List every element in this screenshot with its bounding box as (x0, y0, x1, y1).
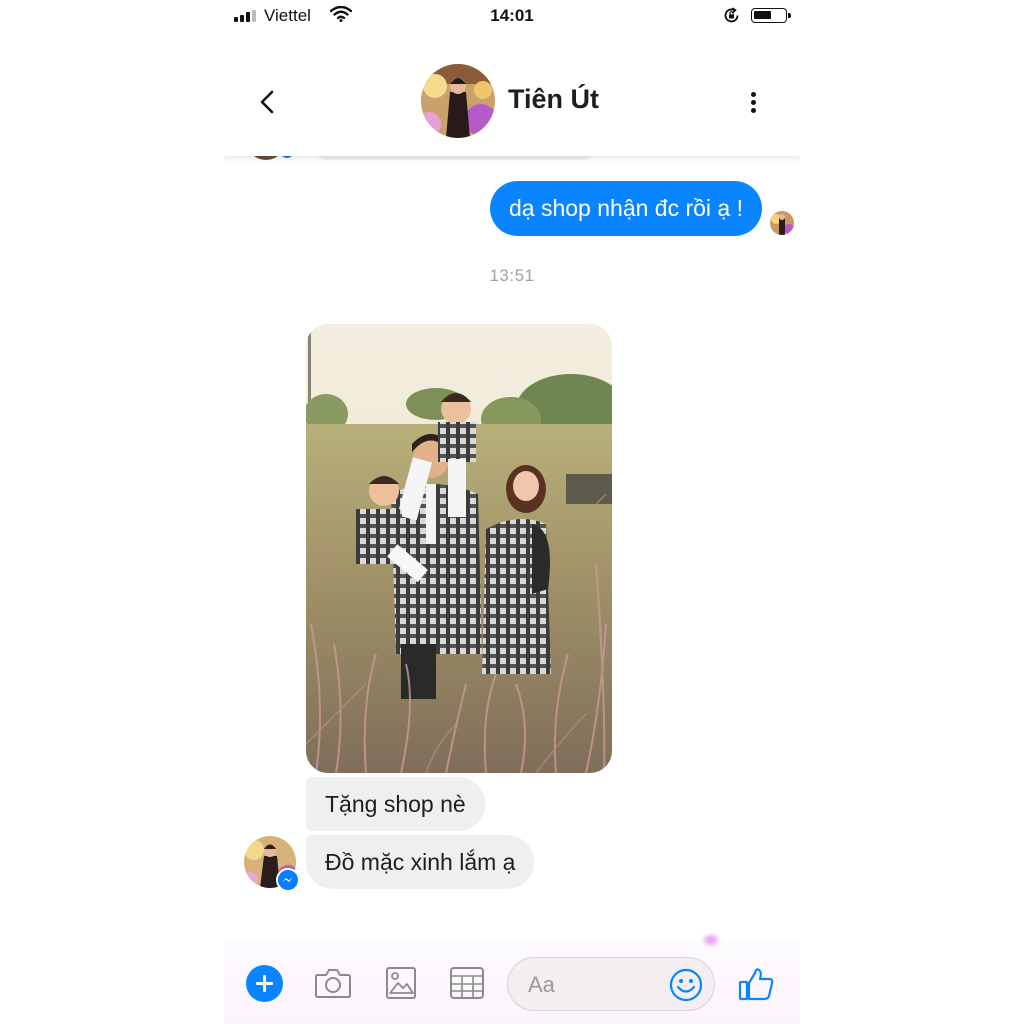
messenger-badge-icon (276, 868, 300, 892)
rotation-lock-icon (724, 7, 739, 23)
camera-icon[interactable] (314, 965, 352, 1001)
battery-icon (751, 8, 791, 23)
contact-name[interactable]: Tiên Út (508, 84, 599, 115)
message-timestamp: 13:51 (489, 266, 535, 285)
message-input-field[interactable] (528, 970, 648, 1000)
conversation-header: Tiên Út (224, 40, 800, 156)
more-options-button[interactable] (742, 88, 766, 116)
incoming-message[interactable]: Tặng shop nè (306, 777, 485, 831)
message-input[interactable] (507, 957, 715, 1011)
contact-avatar[interactable] (421, 64, 495, 138)
seen-receipt-avatar (770, 211, 794, 235)
outgoing-message[interactable]: dạ shop nhận đc rồi ạ ! (490, 181, 762, 236)
status-time: 14:01 (490, 6, 534, 25)
incoming-message[interactable]: Đồ mặc xinh lắm ạ (306, 835, 535, 889)
messenger-screen: Viettel 14:01 dạ shop nhận đc rồi ạ ! 13… (224, 0, 800, 1024)
thumbs-up-icon[interactable] (737, 965, 775, 1003)
message-composer (224, 935, 800, 1024)
status-bar: Viettel 14:01 (224, 0, 800, 32)
plus-icon[interactable] (246, 965, 283, 1002)
image-icon[interactable] (382, 965, 420, 1001)
shared-photo[interactable] (306, 324, 612, 773)
sticker-icon[interactable] (448, 965, 486, 1001)
emoji-icon[interactable] (669, 968, 703, 1002)
back-button[interactable] (254, 88, 282, 116)
vertical-ellipsis-icon (751, 92, 756, 97)
message-thread[interactable]: dạ shop nhận đc rồi ạ ! 13:51 Tặng shop … (224, 140, 800, 941)
